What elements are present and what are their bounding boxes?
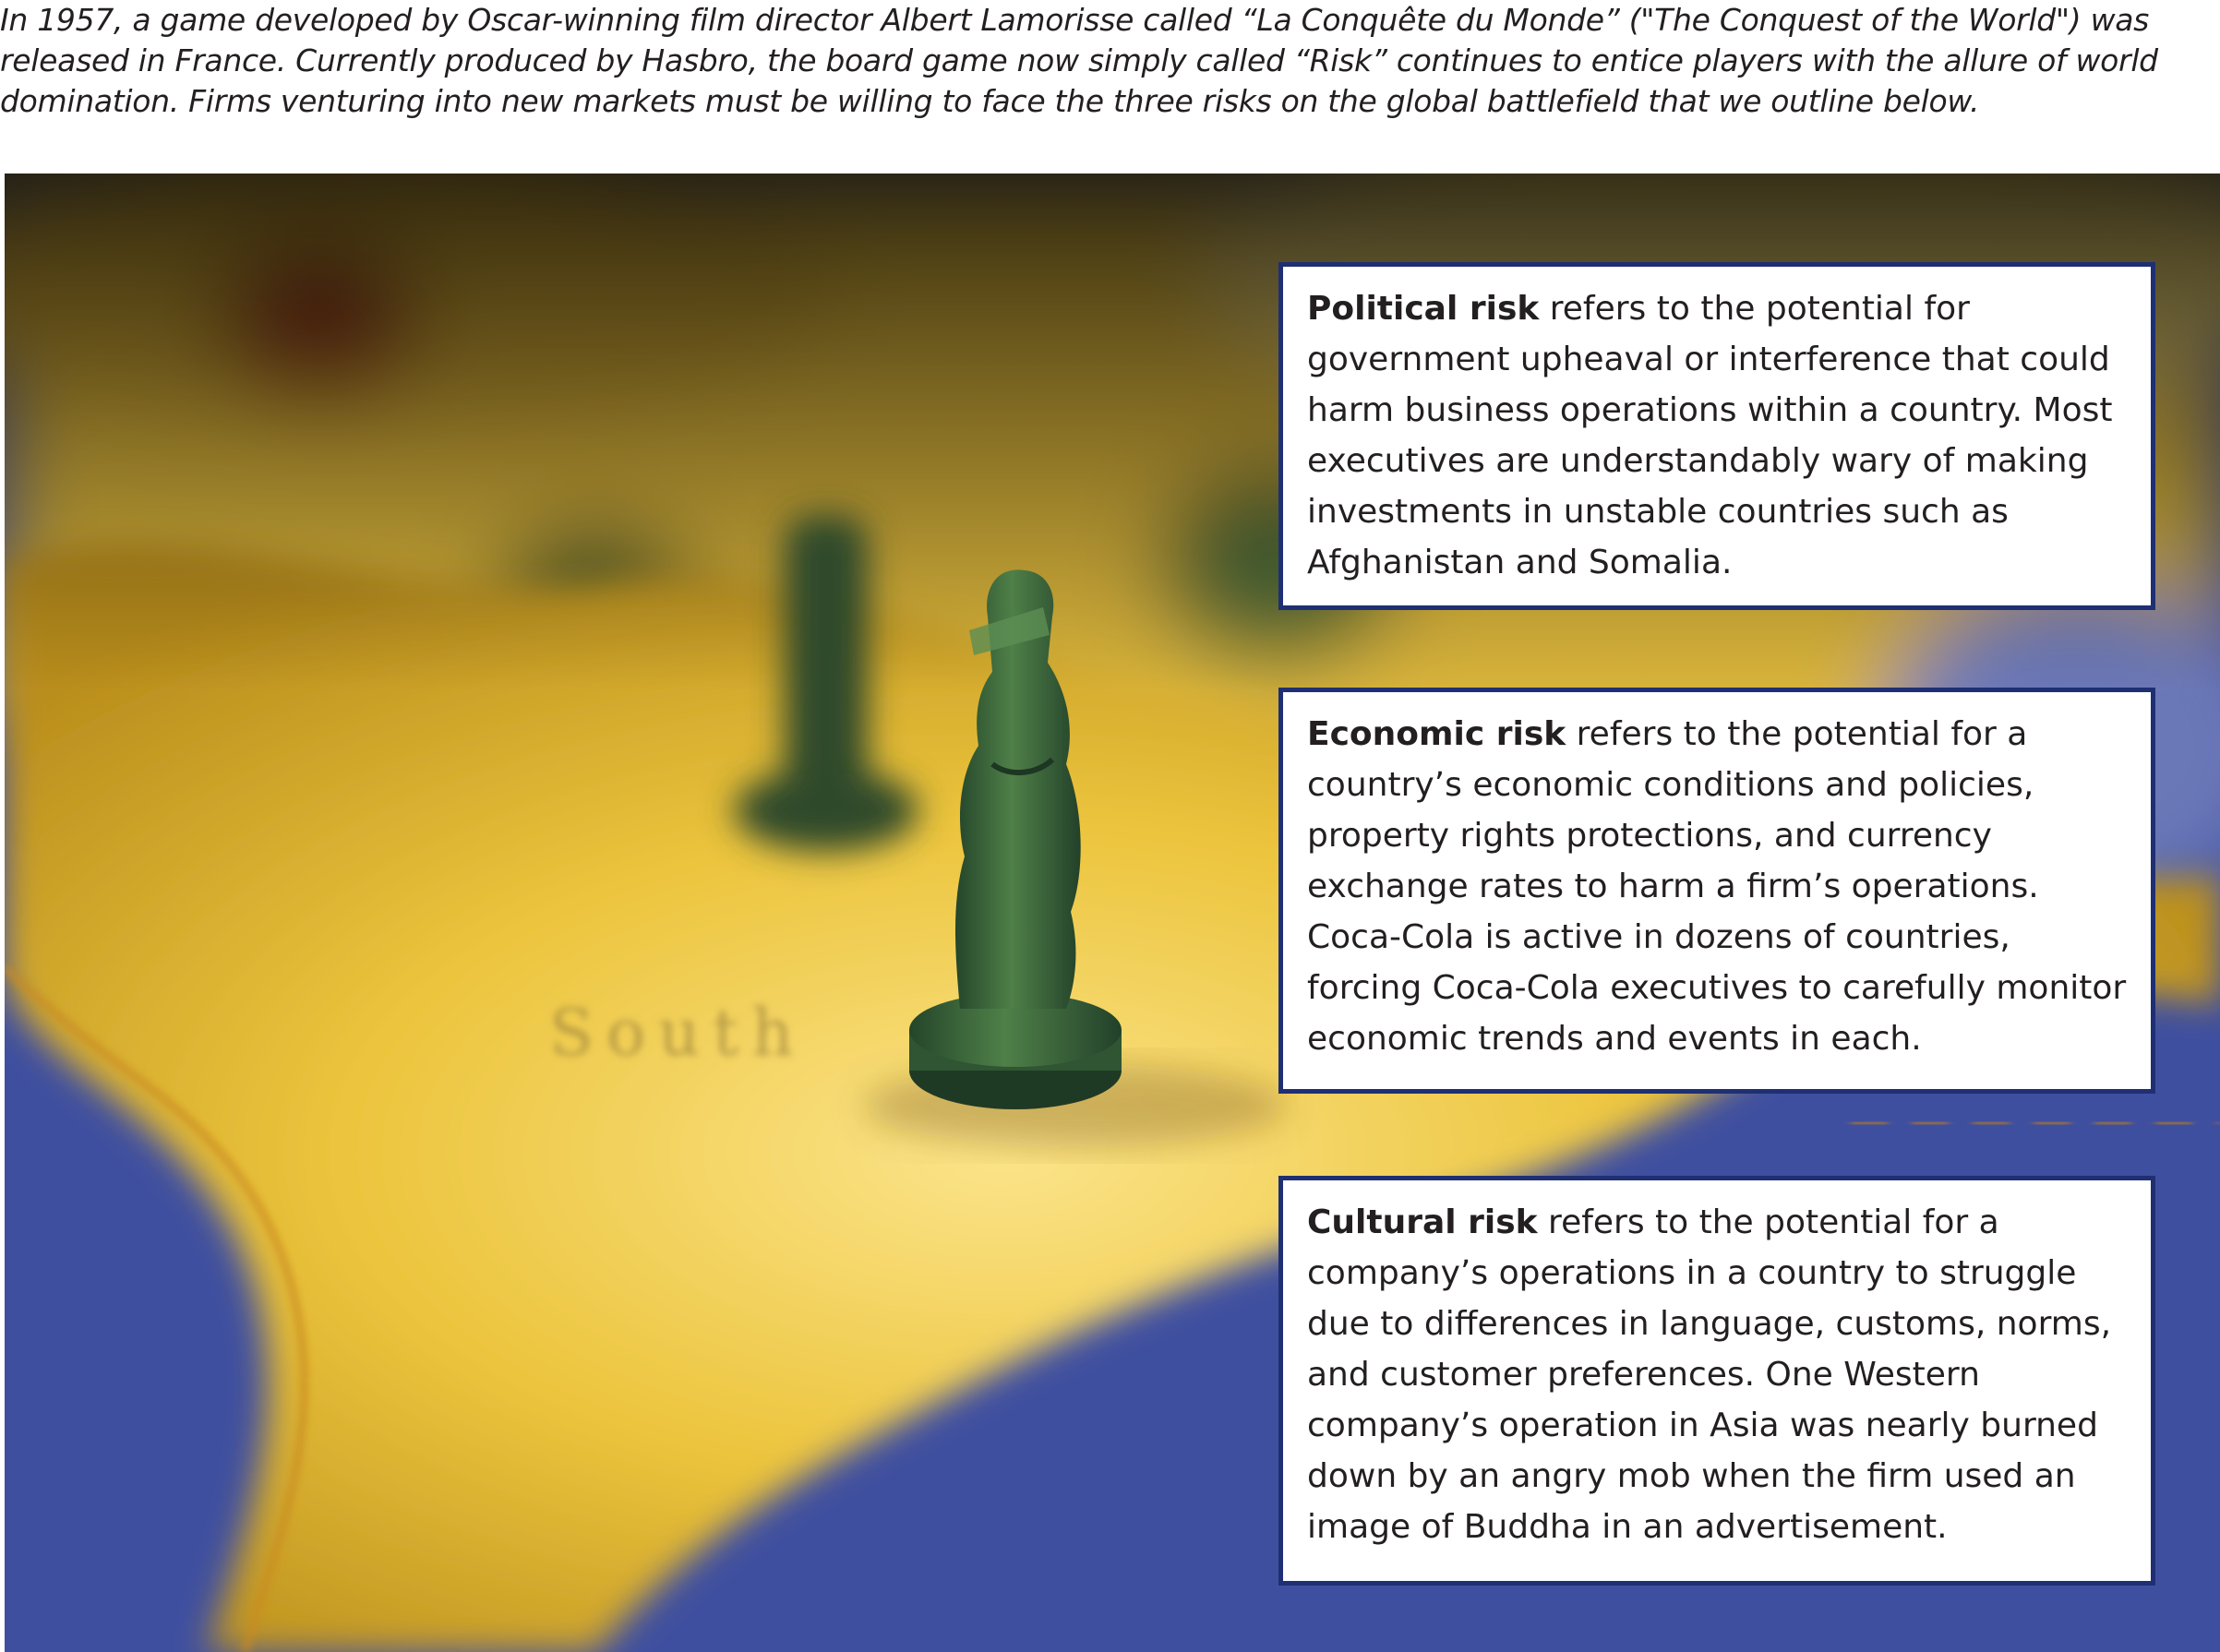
- economic-risk-term: Economic risk: [1307, 715, 1566, 753]
- political-risk-text: refers to the potential for government u…: [1307, 290, 2113, 581]
- cultural-risk-term: Cultural risk: [1307, 1203, 1538, 1241]
- economic-risk-card: Economic risk refers to the potential fo…: [1278, 688, 2155, 1094]
- intro-paragraph: In 1957, a game developed by Oscar-winni…: [0, 2, 2158, 119]
- cultural-risk-card: Cultural risk refers to the potential fo…: [1278, 1176, 2155, 1586]
- political-risk-card: Political risk refers to the potential f…: [1278, 262, 2155, 610]
- economic-risk-text: refers to the potential for a country’s …: [1307, 715, 2127, 1058]
- political-risk-term: Political risk: [1307, 290, 1540, 328]
- cultural-risk-text: refers to the potential for a company’s …: [1307, 1203, 2112, 1546]
- map-label: South: [549, 995, 806, 1071]
